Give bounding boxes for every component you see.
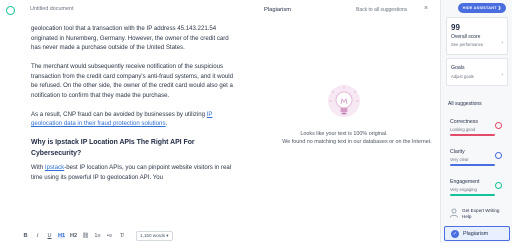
word-count-dropdown[interactable]: 1,150 words ▾ bbox=[136, 231, 173, 241]
text-fade bbox=[0, 219, 238, 229]
lightbulb-icon bbox=[328, 85, 360, 117]
close-icon[interactable]: × bbox=[424, 5, 428, 12]
metric-status: Looking good bbox=[450, 127, 476, 132]
goals-label: Goals bbox=[451, 65, 465, 71]
format-toolbar: B I U H1 H2 ⛓ 1≡ •≡ T̸ 1,150 words ▾ bbox=[0, 229, 238, 243]
metric-status: Very clear bbox=[450, 157, 469, 162]
metric-engagement[interactable]: Engagement Very engaging bbox=[446, 176, 508, 200]
underline-button[interactable]: U bbox=[46, 233, 53, 239]
heading2-button[interactable]: H2 bbox=[70, 233, 77, 239]
check-icon: ✓ bbox=[451, 230, 459, 238]
metric-bar bbox=[450, 164, 495, 166]
plagiarism-button-label: Plagiarism bbox=[463, 230, 489, 237]
metric-status: Very engaging bbox=[450, 187, 477, 192]
all-suggestions-link[interactable]: All suggestions bbox=[448, 101, 482, 107]
bullet-list-icon[interactable]: •≡ bbox=[106, 233, 113, 239]
ipstack-link[interactable]: Ipstack bbox=[45, 164, 64, 171]
italic-button[interactable]: I bbox=[34, 233, 41, 239]
paragraph[interactable]: With Ipstack-best IP location APIs, you … bbox=[31, 163, 237, 182]
score-label: Overall score bbox=[451, 34, 481, 40]
original-text-message: Looks like your text is 100% original. bbox=[300, 131, 388, 137]
paragraph-text: As a result, CNP fraud can be avoided by… bbox=[31, 110, 207, 118]
person-icon bbox=[450, 208, 458, 218]
heading1-button[interactable]: H1 bbox=[58, 233, 65, 239]
plagiarism-button[interactable]: ✓ Plagiarism bbox=[444, 226, 510, 241]
expert-help-link[interactable]: Get Expert Writing Help bbox=[446, 205, 508, 223]
document-body[interactable]: geolocation tool that a transaction with… bbox=[31, 24, 237, 192]
metric-clarity[interactable]: Clarity Very clear bbox=[446, 146, 508, 170]
expert-help-label: Get Expert Writing Help bbox=[462, 208, 500, 219]
chevron-right-icon: › bbox=[501, 40, 503, 46]
metric-correctness[interactable]: Correctness Looking good bbox=[446, 116, 508, 140]
app-logo-icon[interactable] bbox=[6, 6, 15, 15]
metric-status-icon bbox=[495, 182, 502, 189]
metric-label: Clarity bbox=[450, 149, 465, 155]
ordered-list-icon[interactable]: 1≡ bbox=[94, 233, 101, 239]
adjust-goals-link[interactable]: Adjust goals bbox=[451, 74, 474, 79]
panel-title: Plagiarism bbox=[264, 7, 292, 13]
paragraph[interactable]: geolocation tool that a transaction with… bbox=[31, 24, 237, 53]
paragraph-text: With bbox=[31, 164, 45, 171]
chevron-right-icon: › bbox=[501, 72, 503, 78]
document-title[interactable]: Untitled document bbox=[30, 6, 73, 12]
overall-score-card[interactable]: 99 Overall score See performance › bbox=[446, 17, 508, 55]
paragraph[interactable]: As a result, CNP fraud can be avoided by… bbox=[31, 110, 237, 129]
paragraph-text: . bbox=[165, 120, 168, 127]
metric-bar bbox=[450, 194, 495, 196]
back-to-suggestions-link[interactable]: Back to all suggestions bbox=[356, 7, 407, 13]
bold-button[interactable]: B bbox=[22, 233, 29, 239]
paragraph[interactable]: The merchant would subsequently receive … bbox=[31, 62, 237, 100]
clear-formatting-icon[interactable]: T̸ bbox=[118, 233, 125, 239]
metric-label: Engagement bbox=[450, 179, 480, 185]
section-heading[interactable]: Why is Ipstack IP Location APIs The Righ… bbox=[31, 138, 237, 159]
goals-card[interactable]: Goals Adjust goals › bbox=[446, 58, 508, 86]
metric-bar bbox=[450, 134, 495, 136]
plagiarism-panel: Plagiarism Back to all suggestions × Loo… bbox=[238, 0, 438, 243]
hide-assistant-button[interactable]: HIDE ASSISTANT ❯ bbox=[458, 3, 506, 13]
metric-status-icon bbox=[495, 122, 502, 129]
no-match-message: We found no matching text in our databas… bbox=[282, 139, 432, 145]
link-icon[interactable]: ⛓ bbox=[82, 233, 89, 239]
metric-label: Correctness bbox=[450, 119, 478, 125]
score-value: 99 bbox=[451, 23, 460, 32]
editor-pane: Untitled document geolocation tool that … bbox=[0, 0, 238, 243]
see-performance-link[interactable]: See performance bbox=[451, 42, 483, 47]
metric-status-icon bbox=[495, 152, 502, 159]
